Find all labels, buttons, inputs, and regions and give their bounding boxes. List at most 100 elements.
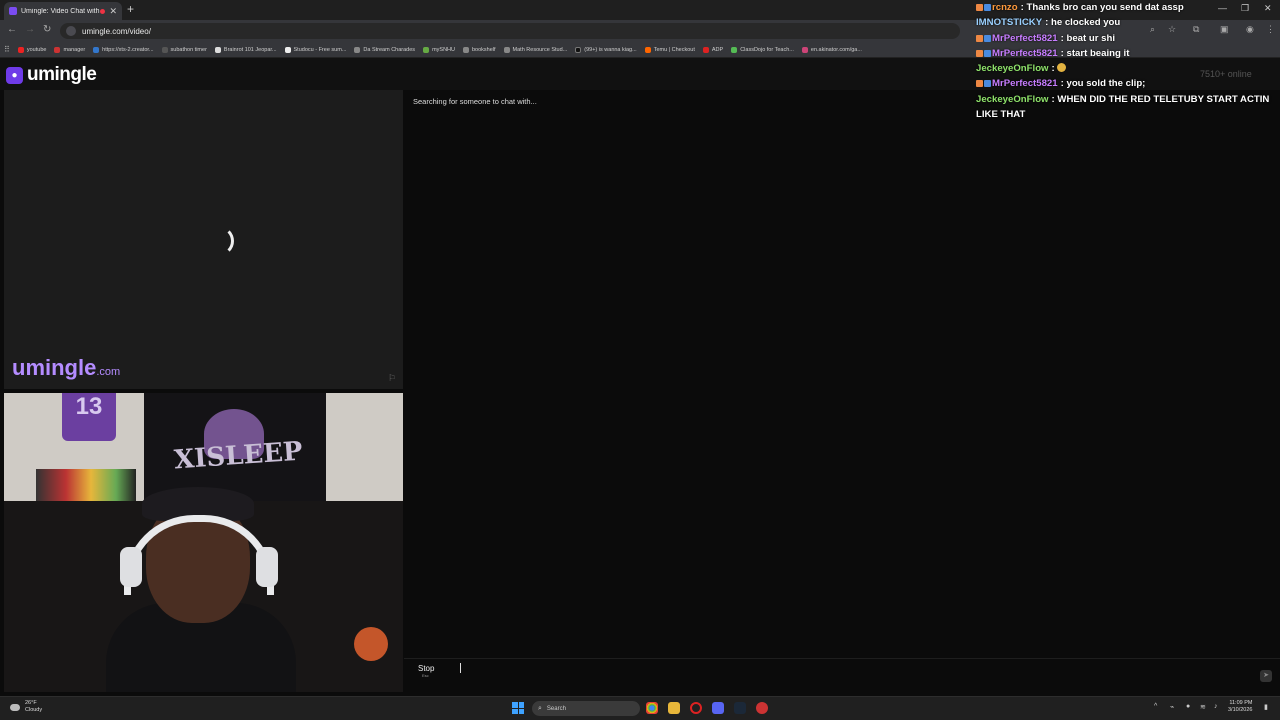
bookmark-icon <box>161 46 168 53</box>
status-message: Searching for someone to chat with... <box>413 97 537 106</box>
classdojo-icon <box>731 46 738 53</box>
stranger-video: umingle.com ⚐ <box>4 90 403 389</box>
basketball <box>354 627 388 661</box>
tiktok-icon <box>575 46 582 53</box>
active-tab[interactable]: Umingle: Video Chat with S ✕ <box>4 2 122 20</box>
bookmark-item[interactable]: manager <box>54 46 85 53</box>
bookmark-item[interactable]: Brainrot 101 Jeopar... <box>214 46 277 53</box>
headphone-earcup-left <box>120 547 142 587</box>
badge-icon <box>976 34 983 42</box>
bookmark-item[interactable]: mySNHU <box>423 46 455 53</box>
stop-label: Stop <box>418 664 435 673</box>
chat-text: start beaing it <box>1066 47 1130 59</box>
apps-icon[interactable]: ⠿ <box>4 45 10 54</box>
discord-icon[interactable] <box>712 702 724 714</box>
bookmark-icon <box>214 46 221 53</box>
watermark-suffix: .com <box>96 366 121 378</box>
watermark-main: umingle <box>12 355 97 380</box>
chrome-icon[interactable] <box>646 702 658 714</box>
streamer <box>106 485 296 692</box>
send-icon[interactable]: ➤ <box>1260 670 1272 682</box>
bookmark-icon <box>93 46 100 53</box>
chat-user: rcnzo <box>992 2 1018 13</box>
bookmark-item[interactable]: subathon timer <box>161 46 207 53</box>
cloud-icon <box>10 703 20 711</box>
bookmark-item[interactable]: bookshelf <box>462 46 496 53</box>
file-explorer-icon[interactable] <box>668 702 680 714</box>
adp-icon <box>702 46 709 53</box>
stop-button[interactable]: Stop Esc <box>418 664 448 692</box>
chat-user: MrPerfect5821 <box>992 78 1058 90</box>
weather-desc: Cloudy <box>25 707 43 713</box>
temu-icon <box>644 46 651 53</box>
message-input-caret[interactable] <box>460 663 461 673</box>
youtube-icon <box>17 46 24 53</box>
badge-icon <box>984 49 991 57</box>
poster-text: XISLEEP <box>173 436 304 476</box>
clock[interactable]: 11:09 PM 3/10/2026 <box>1228 700 1252 714</box>
steam-icon[interactable] <box>734 702 746 714</box>
globe-icon <box>462 46 469 53</box>
bookmark-item[interactable]: Da Stream Charades <box>354 46 415 53</box>
forward-icon[interactable]: → <box>25 24 35 35</box>
url-field[interactable]: umingle.com/video/ <box>60 23 960 39</box>
bookmark-icon <box>423 46 430 53</box>
site-info-icon[interactable] <box>66 26 76 36</box>
headphones-band <box>124 515 274 595</box>
chat-line: MrPerfect5821: beat ur shi <box>976 31 1276 46</box>
stream-chat-overlay: rcnzo: Thanks bro can you send dat assp … <box>976 0 1276 122</box>
new-tab-icon[interactable]: + <box>127 2 134 16</box>
bookmark-item[interactable]: en.akinator.com/ga... <box>801 46 862 53</box>
taskbar-search[interactable]: ⌕ Search <box>532 701 640 716</box>
chat-text: you sold the clip; <box>1066 78 1146 90</box>
search-icon: ⌕ <box>538 704 542 712</box>
chat-panel <box>404 90 1280 658</box>
reload-icon[interactable]: ↻ <box>43 24 51 35</box>
windows-start-icon[interactable] <box>512 702 524 714</box>
volume-icon[interactable]: ♪ <box>1214 703 1218 710</box>
bookmark-item[interactable]: (99+) is wanna kiag... <box>575 46 637 53</box>
chat-text: he clocked you <box>1050 17 1121 29</box>
close-tab-icon[interactable]: ✕ <box>109 6 117 17</box>
akinator-icon <box>801 46 808 53</box>
wifi-icon[interactable]: ≋ <box>1200 703 1206 711</box>
bookmark-item[interactable]: https://xts-2.creator... <box>93 46 154 53</box>
bookmark-item[interactable]: Studocu - Free sum... <box>284 46 346 53</box>
emote-icon <box>1057 63 1067 73</box>
chat-line: MrPerfect5821: you sold the clip; <box>976 76 1276 91</box>
self-webcam-video: 13 XISLEEP <box>4 393 403 692</box>
jersey: 13 <box>62 393 116 441</box>
chat-user: JeckeyeOnFlow <box>976 63 1049 75</box>
chat-line: MrPerfect5821: start beaing it <box>976 46 1276 61</box>
mic-icon[interactable]: ● <box>1186 703 1190 710</box>
weather-temp: 26°F <box>25 700 37 706</box>
bookmark-item[interactable]: ClassDojo for Teach... <box>731 46 794 53</box>
chat-text: beat ur shi <box>1066 32 1115 44</box>
back-icon[interactable]: ← <box>7 24 17 35</box>
chat-line: JeckeyeOnFlow: <box>976 61 1276 76</box>
weather-widget[interactable]: 26°F Cloudy <box>10 700 42 714</box>
report-flag-icon[interactable]: ⚐ <box>388 373 396 384</box>
tab-title: Umingle: Video Chat with S <box>21 7 101 15</box>
badge-icon <box>984 80 991 88</box>
bookmark-item[interactable]: Temu | Checkout <box>644 46 695 53</box>
chat-text: Thanks bro can you send dat assp <box>1026 2 1184 13</box>
chat-line: rcnzo: Thanks bro can you send dat assp <box>976 0 1276 15</box>
chat-bubble-icon: ● <box>6 66 23 84</box>
site-logo[interactable]: ● umingle <box>6 64 97 86</box>
opera-icon[interactable] <box>690 702 702 714</box>
badge-icon <box>976 4 983 11</box>
bookmark-item[interactable]: ADP <box>702 46 723 53</box>
bookmark-icon <box>54 46 61 53</box>
watermark: umingle.com <box>12 355 120 381</box>
tray-chevron-icon[interactable]: ^ <box>1154 703 1157 710</box>
bookmark-item[interactable]: Math Resource Stud... <box>503 46 567 53</box>
chat-line: JeckeyeOnFlow: WHEN DID THE RED TELETUBY… <box>976 93 1270 121</box>
globe-icon <box>354 46 361 53</box>
app-icon[interactable] <box>756 702 768 714</box>
time: 11:09 PM <box>1229 700 1253 706</box>
notification-icon[interactable]: ▮ <box>1264 703 1268 711</box>
badge-icon <box>976 49 983 57</box>
network-icon[interactable]: ⌁ <box>1170 703 1174 711</box>
bookmark-item[interactable]: youtube <box>17 46 46 53</box>
